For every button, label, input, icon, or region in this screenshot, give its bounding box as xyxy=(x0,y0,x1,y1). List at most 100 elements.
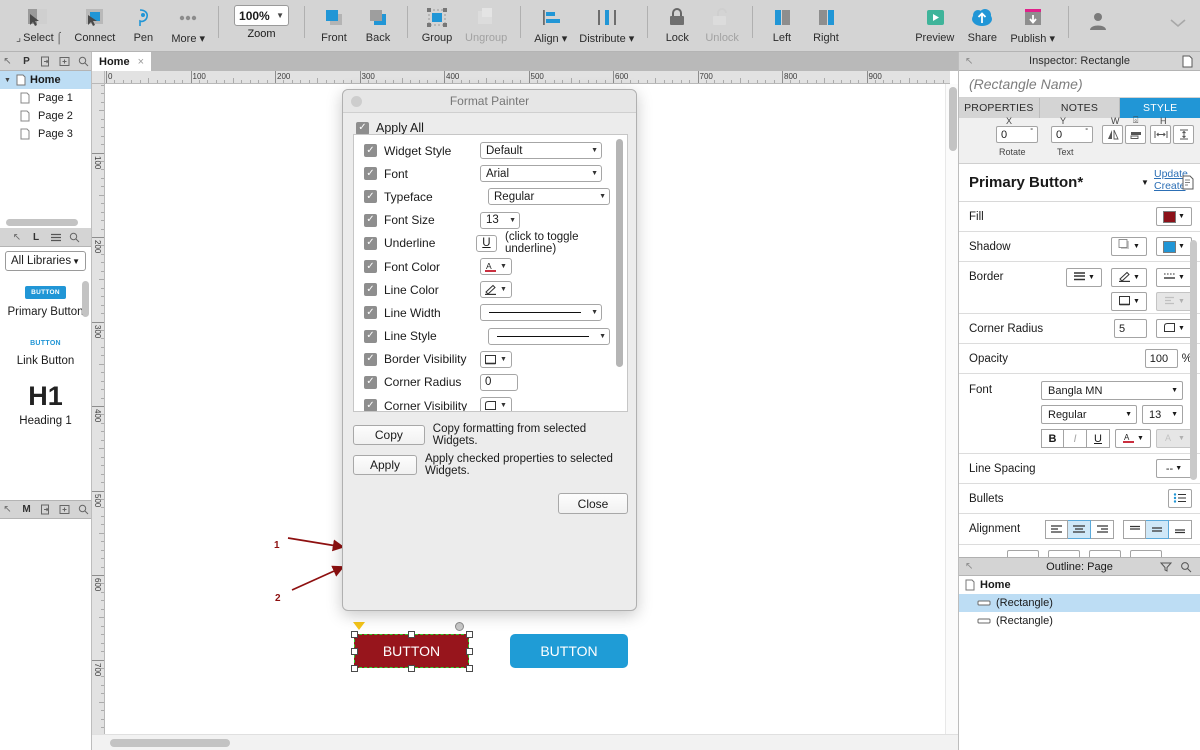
property-combo[interactable]: Default ▼ xyxy=(480,142,602,160)
add-page-icon[interactable] xyxy=(59,56,70,67)
chevron-down-icon[interactable]: ▼ xyxy=(1141,178,1149,187)
page-item-home[interactable]: ▼ Home xyxy=(0,71,91,89)
tool-front[interactable]: Front xyxy=(312,0,356,44)
property-checkbox[interactable]: ✓ xyxy=(364,399,377,411)
corner-visibility-picker[interactable]: ▼ xyxy=(1156,319,1192,338)
align-top-button[interactable] xyxy=(1123,519,1146,539)
clipped-control[interactable] xyxy=(1048,550,1080,557)
search-icon[interactable] xyxy=(69,232,80,243)
pages-p-icon[interactable]: P xyxy=(21,56,32,67)
tool-unlock[interactable]: Unlock xyxy=(699,0,745,44)
font-size-select[interactable]: 13 ▼ xyxy=(1142,405,1183,424)
scrollbar-thumb[interactable] xyxy=(6,219,78,226)
property-checkbox[interactable]: ✓ xyxy=(364,352,377,366)
add-folder-icon[interactable] xyxy=(59,504,70,515)
zoom-combo[interactable]: 100% ▼ xyxy=(234,5,290,26)
rectangle-name-input[interactable]: (Rectangle Name) xyxy=(959,71,1200,98)
border-visibility-picker[interactable]: ▼ xyxy=(1111,292,1147,311)
library-item-link-button[interactable]: BUTTON Link Button xyxy=(0,320,91,369)
vertical-ruler[interactable]: 100200300400500600700800 xyxy=(92,84,105,734)
collapse-toolbar-button[interactable] xyxy=(1156,0,1200,36)
tab-notes[interactable]: NOTES xyxy=(1039,98,1121,118)
search-icon[interactable] xyxy=(78,504,89,515)
scrollbar-thumb[interactable] xyxy=(949,87,957,151)
tool-group[interactable]: Group xyxy=(415,0,459,44)
scrollbar-thumb[interactable] xyxy=(82,281,89,317)
cursor-icon[interactable]: ↖ xyxy=(965,56,973,67)
duplicate-page-icon[interactable] xyxy=(40,56,51,67)
tab-home[interactable]: Home × xyxy=(92,52,151,71)
inner-shadow-picker[interactable]: ▼ xyxy=(1156,237,1192,256)
chevron-down-icon[interactable]: ▼ xyxy=(4,77,16,84)
selection-handle[interactable] xyxy=(466,631,473,638)
tool-back[interactable]: Back xyxy=(356,0,400,44)
selection-handle[interactable] xyxy=(351,631,358,638)
tool-distribute[interactable]: Distribute ▾ xyxy=(573,0,640,45)
dialog-close-icon[interactable] xyxy=(351,96,362,107)
outline-item-rectangle-1[interactable]: (Rectangle) xyxy=(959,594,1200,612)
underline-toggle-button[interactable]: U xyxy=(475,234,497,252)
dialog-title-bar[interactable]: Format Painter xyxy=(343,90,636,113)
corner-radius-input[interactable]: 5 xyxy=(1114,319,1147,338)
tool-align[interactable]: Align ▾ xyxy=(528,0,573,45)
publish-button[interactable]: Publish ▾ xyxy=(1004,0,1061,45)
page-item-page-2[interactable]: Page 2 xyxy=(0,107,91,125)
align-middle-button[interactable] xyxy=(1146,519,1169,539)
selection-handle[interactable] xyxy=(466,648,473,655)
scrollbar-thumb[interactable] xyxy=(110,739,230,747)
tool-connect[interactable]: Connect xyxy=(68,0,121,44)
property-swatch-picker[interactable]: ▼ xyxy=(480,397,512,411)
clipped-control[interactable] xyxy=(1130,550,1162,557)
tool-select[interactable]: ⌟ Select ⌠ xyxy=(10,0,68,44)
property-combo[interactable]: 13 ▼ xyxy=(480,211,520,229)
align-left-button[interactable] xyxy=(1045,519,1068,539)
cursor-icon[interactable]: ↖ xyxy=(965,561,973,572)
masters-m-icon[interactable]: M xyxy=(21,504,32,515)
selection-handle[interactable] xyxy=(351,665,358,672)
tool-more[interactable]: More ▾ xyxy=(165,0,211,45)
scrollbar-thumb[interactable] xyxy=(616,139,623,367)
selection-handle[interactable] xyxy=(351,648,358,655)
bullets-button[interactable] xyxy=(1168,489,1192,508)
fill-color-picker[interactable]: ▼ xyxy=(1156,207,1192,226)
property-checkbox[interactable]: ✓ xyxy=(364,306,377,320)
preview-button[interactable]: Preview xyxy=(909,0,960,44)
page-item-page-3[interactable]: Page 3 xyxy=(0,125,91,143)
property-checkbox[interactable]: ✓ xyxy=(364,190,377,204)
library-selector[interactable]: All Libraries ▼ xyxy=(5,251,86,271)
close-icon[interactable]: × xyxy=(138,56,144,68)
align-center-button[interactable] xyxy=(1068,519,1091,539)
page-icon[interactable] xyxy=(1182,55,1193,68)
canvas-horizontal-scrollbar[interactable] xyxy=(92,734,958,750)
clipped-control[interactable] xyxy=(1089,550,1121,557)
apply-button[interactable]: Apply xyxy=(353,455,417,475)
canvas-blue-button[interactable]: BUTTON xyxy=(510,634,628,668)
flip-horizontal-icon[interactable] xyxy=(1102,125,1123,144)
zoom-control[interactable]: 100% ▼ Zoom xyxy=(226,0,297,40)
horizontal-ruler[interactable]: 01002003004005006007008009001000 xyxy=(105,71,950,84)
font-color-picker[interactable]: A ▼ xyxy=(1115,429,1151,448)
pages-horizontal-scrollbar[interactable] xyxy=(0,217,91,228)
close-button[interactable]: Close xyxy=(558,493,628,514)
property-combo[interactable]: Arial ▼ xyxy=(480,165,602,183)
bold-button[interactable]: B xyxy=(1041,429,1064,448)
rotate-input[interactable]: 0 ° xyxy=(996,126,1038,143)
cursor-icon[interactable]: ↖ xyxy=(2,56,13,67)
property-checkbox[interactable]: ✓ xyxy=(364,144,377,158)
opacity-input[interactable]: 100 xyxy=(1144,349,1178,368)
property-swatch-picker[interactable]: A ▼ xyxy=(480,258,512,276)
outline-item-home[interactable]: Home xyxy=(959,576,1200,594)
tool-pen[interactable]: Pen xyxy=(121,0,165,44)
libraries-l-icon[interactable]: L xyxy=(31,232,42,243)
property-line-combo[interactable]: ▼ xyxy=(488,327,610,345)
rotate-handle[interactable] xyxy=(455,622,464,631)
property-line-combo[interactable]: ▼ xyxy=(480,304,602,322)
tool-ungroup[interactable]: Ungroup xyxy=(459,0,513,44)
outer-shadow-picker[interactable]: ▼ xyxy=(1111,237,1147,256)
outline-item-rectangle-2[interactable]: (Rectangle) xyxy=(959,612,1200,630)
property-swatch-picker[interactable]: ▼ xyxy=(480,281,512,299)
property-checkbox[interactable]: ✓ xyxy=(364,283,377,297)
cursor-icon[interactable]: ↖ xyxy=(12,232,23,243)
style-edit-icon[interactable] xyxy=(1182,175,1195,193)
search-icon[interactable] xyxy=(78,56,89,67)
